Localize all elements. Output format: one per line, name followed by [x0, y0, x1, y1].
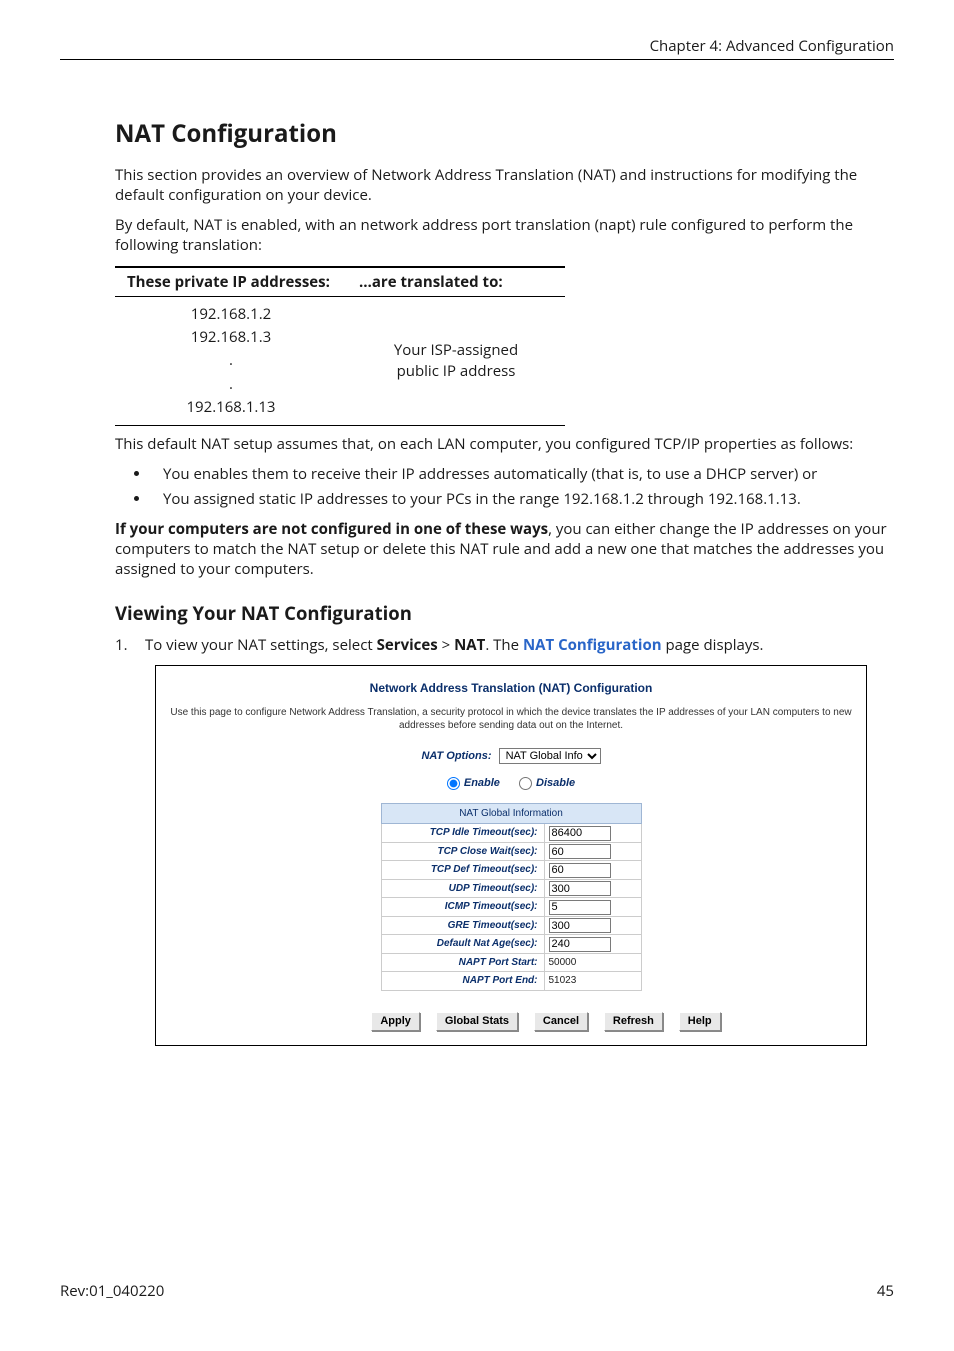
header-chapter: Chapter 4: Advanced Configuration [60, 36, 894, 60]
refresh-button[interactable]: Refresh [604, 1012, 663, 1031]
footer-left: Rev:01_040220 [60, 1281, 164, 1301]
enable-label: Enable [464, 777, 500, 789]
translate-public-ip: Your ISP-assigned public IP address [347, 296, 565, 425]
step-text: To view your NAT settings, select Servic… [145, 635, 764, 655]
bold-note: If your computers are not configured in … [115, 519, 894, 580]
ui-title: Network Address Translation (NAT) Config… [166, 680, 856, 696]
footer-right: 45 [877, 1281, 894, 1301]
section-title: NAT Configuration [115, 118, 894, 150]
intro-paragraph-1: This section provides an overview of Net… [115, 165, 894, 206]
ui-description: Use this page to configure Network Addre… [166, 706, 856, 732]
gre-timeout-input[interactable] [549, 918, 611, 933]
translate-private-ips: 192.168.1.2 192.168.1.3 . . 192.168.1.13 [115, 296, 347, 425]
udp-timeout-input[interactable] [549, 881, 611, 896]
default-nat-age-input[interactable] [549, 937, 611, 952]
row-label: Default Nat Age(sec): [381, 935, 544, 954]
footer: Rev:01_040220 45 [60, 1281, 894, 1301]
enable-radio[interactable] [447, 777, 460, 790]
nat-info-header: NAT Global Information [381, 803, 641, 824]
tcp-close-wait-input[interactable] [549, 844, 611, 859]
tcp-idle-timeout-input[interactable] [549, 826, 611, 841]
row-label: TCP Def Timeout(sec): [381, 861, 544, 880]
row-label: ICMP Timeout(sec): [381, 898, 544, 917]
row-label: TCP Close Wait(sec): [381, 842, 544, 861]
napt-port-end-value: 51023 [544, 972, 641, 991]
cancel-button[interactable]: Cancel [534, 1012, 588, 1031]
after-table-text: This default NAT setup assumes that, on … [115, 434, 894, 454]
content: NAT Configuration This section provides … [60, 118, 894, 1045]
napt-port-start-value: 50000 [544, 953, 641, 972]
step-number: 1. [115, 635, 145, 655]
global-stats-button[interactable]: Global Stats [436, 1012, 518, 1031]
nat-options-label: NAT Options: [421, 750, 491, 762]
nat-config-screenshot: Network Address Translation (NAT) Config… [155, 665, 867, 1046]
help-button[interactable]: Help [679, 1012, 721, 1031]
disable-radio[interactable] [519, 777, 532, 790]
row-label: TCP Idle Timeout(sec): [381, 824, 544, 843]
row-label: NAPT Port Start: [381, 953, 544, 972]
button-row: Apply Global Stats Cancel Refresh Help [166, 1009, 856, 1031]
bullet-list: You enables them to receive their IP add… [115, 464, 894, 509]
row-label: NAPT Port End: [381, 972, 544, 991]
bullet-item: You assigned static IP addresses to your… [151, 489, 894, 509]
translation-table: These private IP addresses: …are transla… [115, 266, 565, 427]
translate-col2-header: …are translated to: [347, 267, 565, 297]
enable-disable-row: Enable Disable [166, 776, 856, 791]
subheading: Viewing Your NAT Configuration [115, 602, 894, 627]
intro-paragraph-2: By default, NAT is enabled, with an netw… [115, 215, 894, 256]
nat-global-info-table: NAT Global Information TCP Idle Timeout(… [381, 803, 642, 991]
icmp-timeout-input[interactable] [549, 900, 611, 915]
row-label: UDP Timeout(sec): [381, 879, 544, 898]
nat-options-select[interactable]: NAT Global Info [499, 748, 601, 764]
apply-button[interactable]: Apply [371, 1012, 420, 1031]
bullet-item: You enables them to receive their IP add… [151, 464, 894, 484]
translate-col1-header: These private IP addresses: [115, 267, 347, 297]
tcp-def-timeout-input[interactable] [549, 863, 611, 878]
step-1: 1. To view your NAT settings, select Ser… [115, 635, 894, 655]
nat-options-line: NAT Options: NAT Global Info [166, 748, 856, 764]
disable-label: Disable [536, 777, 575, 789]
row-label: GRE Timeout(sec): [381, 916, 544, 935]
